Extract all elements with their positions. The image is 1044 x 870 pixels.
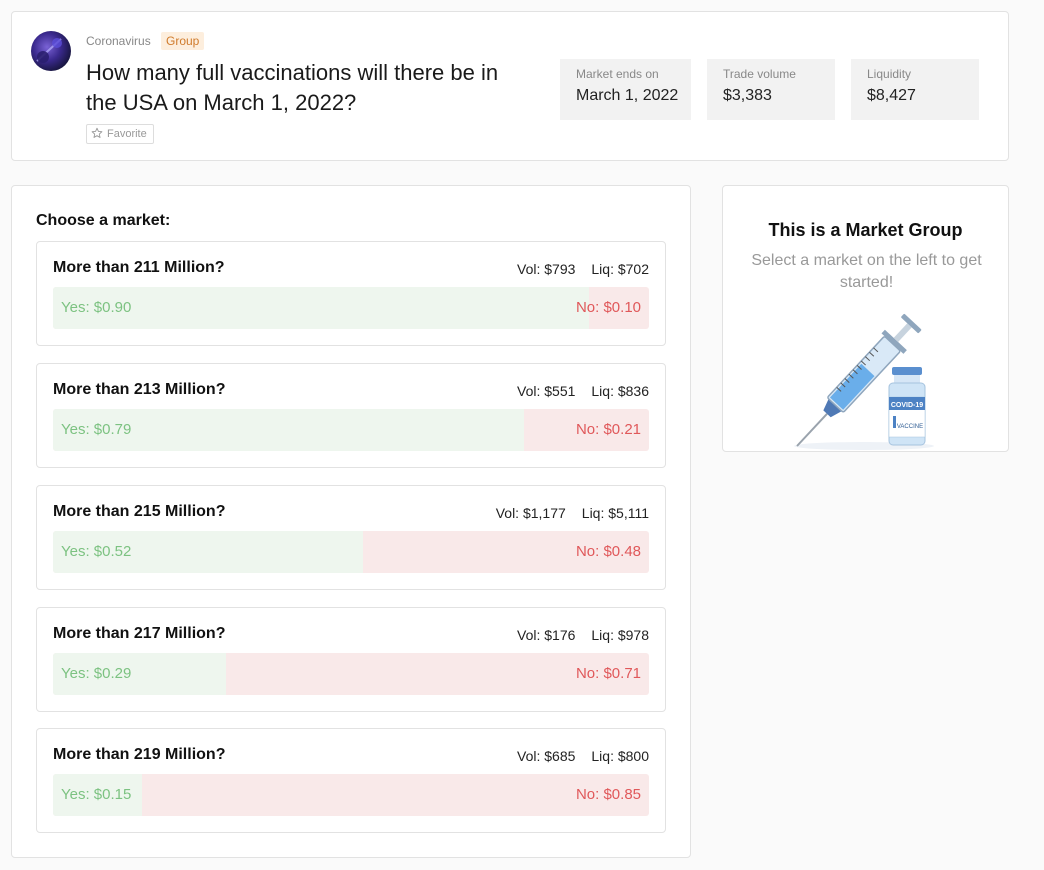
market-group-info-panel: This is a Market Group Select a market o… bbox=[722, 185, 1009, 452]
markets-panel: Choose a market: More than 211 Million? … bbox=[11, 185, 691, 858]
stat-market-end: Market ends on March 1, 2022 bbox=[560, 59, 691, 120]
market-liquidity: Liq: $5,111 bbox=[581, 505, 649, 521]
price-bar: Yes: $0.90 No: $0.10 bbox=[53, 287, 649, 329]
stat-value: $3,383 bbox=[723, 87, 772, 104]
vial-label-bottom: VACCINE bbox=[897, 424, 923, 430]
price-bar: Yes: $0.29 No: $0.71 bbox=[53, 653, 649, 695]
no-price: No: $0.21 bbox=[575, 421, 641, 438]
market-option[interactable]: More than 211 Million? Vol: $793 Liq: $7… bbox=[36, 241, 666, 346]
page-title: How many full vaccinations will there be… bbox=[86, 60, 499, 115]
price-bar: Yes: $0.15 No: $0.85 bbox=[53, 774, 649, 816]
market-title: More than 211 Million? bbox=[53, 259, 225, 276]
star-outline-icon bbox=[91, 127, 103, 142]
yes-price: Yes: $0.90 bbox=[61, 299, 132, 316]
market-liquidity: Liq: $702 bbox=[591, 261, 649, 277]
stat-trade-volume: Trade volume $3,383 bbox=[707, 59, 835, 120]
stat-value: March 1, 2022 bbox=[576, 87, 679, 104]
market-volume: Vol: $176 bbox=[517, 627, 576, 643]
no-price: No: $0.71 bbox=[575, 665, 641, 682]
price-bar: Yes: $0.52 No: $0.48 bbox=[53, 531, 649, 573]
market-option[interactable]: More than 213 Million? Vol: $551 Liq: $8… bbox=[36, 363, 666, 468]
no-price: No: $0.48 bbox=[575, 543, 641, 560]
no-price: No: $0.10 bbox=[575, 299, 641, 316]
syringe-vaccine-illustration: COVID-19 VACCINE bbox=[789, 306, 939, 456]
market-liquidity: Liq: $800 bbox=[591, 748, 649, 764]
market-group-subtitle: Select a market on the left to get start… bbox=[751, 252, 982, 291]
market-title: More than 215 Million? bbox=[53, 503, 226, 520]
market-stats: Vol: $793 Liq: $702 bbox=[517, 261, 649, 277]
stat-liquidity: Liquidity $8,427 bbox=[851, 59, 979, 120]
market-stats: Vol: $685 Liq: $800 bbox=[517, 748, 649, 764]
market-volume: Vol: $1,177 bbox=[495, 505, 566, 521]
yes-price: Yes: $0.15 bbox=[61, 786, 132, 803]
market-stats: Vol: $551 Liq: $836 bbox=[517, 383, 649, 399]
market-liquidity: Liq: $978 bbox=[591, 627, 649, 643]
stat-label: Trade volume bbox=[723, 67, 796, 81]
market-liquidity: Liq: $836 bbox=[591, 383, 649, 399]
group-badge: Group bbox=[161, 32, 205, 50]
choose-market-heading: Choose a market: bbox=[36, 212, 171, 229]
market-stats: Vol: $1,177 Liq: $5,111 bbox=[496, 505, 649, 521]
stat-label: Liquidity bbox=[867, 67, 912, 81]
vial-label-top: COVID-19 bbox=[891, 402, 923, 409]
market-title: More than 217 Million? bbox=[53, 625, 226, 642]
yes-price: Yes: $0.79 bbox=[61, 421, 132, 438]
market-group-title: This is a Market Group bbox=[768, 220, 963, 240]
market-volume: Vol: $551 bbox=[517, 383, 576, 399]
stat-value: $8,427 bbox=[867, 87, 916, 104]
category-label[interactable]: Coronavirus bbox=[86, 34, 151, 48]
stat-label: Market ends on bbox=[576, 67, 659, 81]
yes-price: Yes: $0.29 bbox=[61, 665, 132, 682]
market-title: More than 219 Million? bbox=[53, 746, 226, 763]
market-header-card: Coronavirus Group How many full vaccinat… bbox=[11, 11, 1009, 161]
market-stats: Vol: $176 Liq: $978 bbox=[517, 627, 649, 643]
favorite-label: Favorite bbox=[107, 128, 147, 140]
category-avatar bbox=[31, 31, 71, 71]
no-price: No: $0.85 bbox=[575, 786, 641, 803]
yes-price: Yes: $0.52 bbox=[61, 543, 132, 560]
price-bar: Yes: $0.79 No: $0.21 bbox=[53, 409, 649, 451]
market-title: More than 213 Million? bbox=[53, 381, 226, 398]
favorite-button[interactable]: Favorite bbox=[86, 124, 154, 144]
market-option[interactable]: More than 217 Million? Vol: $176 Liq: $9… bbox=[36, 607, 666, 712]
market-volume: Vol: $793 bbox=[517, 261, 576, 277]
market-option[interactable]: More than 215 Million? Vol: $1,177 Liq: … bbox=[36, 485, 666, 590]
market-volume: Vol: $685 bbox=[517, 748, 576, 764]
market-option[interactable]: More than 219 Million? Vol: $685 Liq: $8… bbox=[36, 728, 666, 833]
yes-fill bbox=[53, 287, 590, 329]
